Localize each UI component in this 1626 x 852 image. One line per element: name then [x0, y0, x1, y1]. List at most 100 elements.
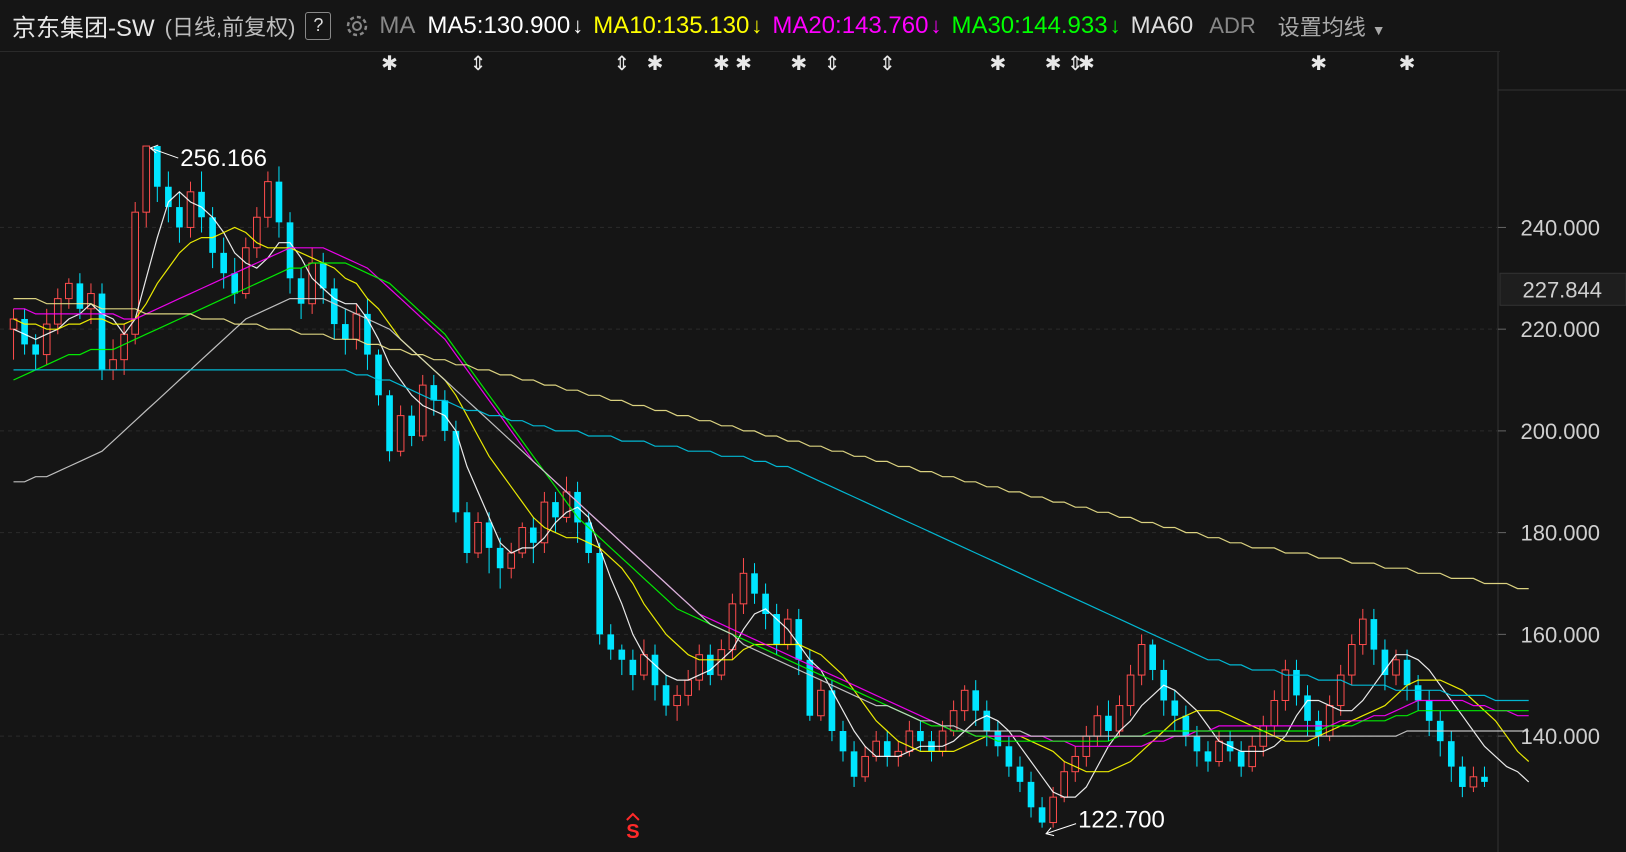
- y-tick-label: 140.000: [1520, 724, 1600, 749]
- candle-body-up: [53, 298, 62, 325]
- sell-signal-marker[interactable]: S: [626, 821, 639, 843]
- candle-body-down: [1027, 781, 1035, 808]
- event-star-icon[interactable]: ✱: [713, 51, 730, 75]
- candle-body-down: [76, 283, 84, 309]
- candle-body-up: [186, 191, 195, 228]
- candle-body-up: [120, 333, 128, 361]
- candle-body-down: [607, 634, 615, 650]
- candle-body-down: [209, 217, 216, 253]
- candlestick-chart[interactable]: ✱ ⇕ ⇕ ✱ ✱ ✱ ✱ ⇕ ⇕ ✱ ✱ ⇕✱ ✱ ✱ 240.000220.000200.000180…: [0, 0, 1626, 852]
- candle-body-down: [1038, 807, 1046, 823]
- candle-body-down: [1447, 741, 1455, 767]
- candle-body-up: [960, 689, 969, 712]
- event-arrows-icon[interactable]: ⇕: [470, 51, 487, 75]
- event-star-icon[interactable]: ✱: [381, 51, 398, 75]
- event-arrows-icon[interactable]: ⇕: [613, 51, 630, 75]
- candle-body-down: [1370, 619, 1378, 650]
- candle-body-down: [1016, 766, 1024, 782]
- candle-body-down: [1315, 720, 1322, 737]
- candle-body-down: [806, 659, 814, 716]
- event-star-icon[interactable]: ✱: [1399, 51, 1416, 75]
- candle-body-down: [706, 654, 714, 676]
- candle-body-down: [452, 430, 460, 513]
- candle-body-down: [430, 385, 438, 401]
- candle-body-up: [396, 415, 405, 452]
- candle-body-down: [408, 415, 415, 436]
- y-tick-label: 160.000: [1520, 622, 1600, 647]
- candle-body-down: [795, 619, 803, 660]
- ma-line-ma30: [13, 262, 1529, 742]
- candle-body-up: [241, 247, 250, 295]
- candle-body-down: [275, 181, 283, 223]
- event-star-icon[interactable]: ✱: [989, 51, 1006, 75]
- event-star-icon[interactable]: ✱: [735, 51, 752, 75]
- candle-body-up: [264, 181, 272, 218]
- event-arrows-icon[interactable]: ⇕: [824, 51, 841, 75]
- candle-body-down: [342, 324, 349, 340]
- candle-body-down: [1293, 669, 1300, 696]
- candle-body-down: [1204, 751, 1212, 762]
- candle-body-down: [994, 731, 1002, 747]
- candle-body-down: [1481, 776, 1488, 782]
- event-star-icon[interactable]: ✱: [1310, 51, 1327, 75]
- candle-body-down: [32, 344, 39, 355]
- ma-lines-layer: [13, 190, 1530, 798]
- candle-body-up: [728, 603, 737, 651]
- candle-body-down: [1414, 685, 1422, 701]
- candle-body-down: [596, 552, 604, 635]
- candle-body-up: [308, 262, 316, 305]
- candle-body-up: [1270, 699, 1279, 727]
- candle-body-up: [1126, 674, 1135, 707]
- candle-body-up: [65, 282, 73, 300]
- candle-body-down: [651, 654, 659, 686]
- ma-line-ma120: [13, 369, 1529, 702]
- sell-caret-icon: [626, 812, 640, 821]
- candle-body-down: [375, 354, 382, 396]
- candle-body-down: [1403, 659, 1411, 686]
- candle-body-up: [1347, 644, 1356, 676]
- current-price-label: 227.844: [1522, 277, 1602, 302]
- candle-body-down: [1237, 751, 1245, 767]
- candle-body-down: [1459, 766, 1466, 787]
- ma-line-ma10: [13, 226, 1530, 773]
- event-star-icon[interactable]: ✱: [1078, 51, 1095, 75]
- candle-body-up: [109, 359, 117, 371]
- event-arrows-icon[interactable]: ⇕: [879, 51, 896, 75]
- candle-body-down: [297, 278, 305, 304]
- candle-body-down: [98, 293, 106, 370]
- candle-body-up: [1049, 796, 1057, 824]
- candle-body-up: [1137, 644, 1146, 676]
- candle-body-down: [463, 512, 471, 553]
- candle-body-up: [507, 552, 516, 569]
- event-star-icon[interactable]: ✱: [647, 51, 664, 75]
- candle-body-up: [817, 689, 825, 717]
- candle-body-down: [198, 191, 205, 218]
- candle-body-down: [286, 222, 294, 279]
- candle-body-up: [1215, 740, 1223, 763]
- event-markers-row: ✱ ⇕ ⇕ ✱ ✱ ✱ ✱ ⇕ ⇕ ✱ ✱ ⇕✱ ✱ ✱: [381, 51, 1415, 75]
- candle-body-down: [1381, 649, 1389, 676]
- event-star-icon[interactable]: ✱: [1045, 51, 1062, 75]
- ma-line-ma20: [13, 247, 1529, 747]
- candle-body-up: [1392, 659, 1400, 676]
- candle-body-up: [739, 572, 748, 605]
- candle-body-down: [972, 690, 980, 711]
- candle-body-up: [1248, 745, 1257, 768]
- candle-body-down: [319, 263, 327, 289]
- event-star-icon[interactable]: ✱: [790, 51, 807, 75]
- low-price-label: 122.700: [1078, 807, 1165, 834]
- candle-body-up: [861, 755, 869, 778]
- price-axis: 240.000 220.000 200.000 180.000 160.000 140.0…: [1498, 215, 1626, 749]
- candle-body-up: [1115, 705, 1124, 732]
- candle-body-down: [176, 207, 183, 228]
- candle-body-up: [949, 710, 958, 732]
- ma-line-ma5: [13, 190, 1530, 798]
- candle-body-up: [640, 654, 648, 676]
- candle-body-down: [552, 502, 559, 518]
- candle-body-down: [662, 685, 670, 706]
- candle-body-down: [850, 751, 858, 777]
- candle-body-up: [673, 694, 681, 707]
- candle-body-up: [1071, 755, 1080, 773]
- candle-body-up: [352, 313, 361, 340]
- annotations-layer: 256.166 122.700 S: [149, 144, 1165, 843]
